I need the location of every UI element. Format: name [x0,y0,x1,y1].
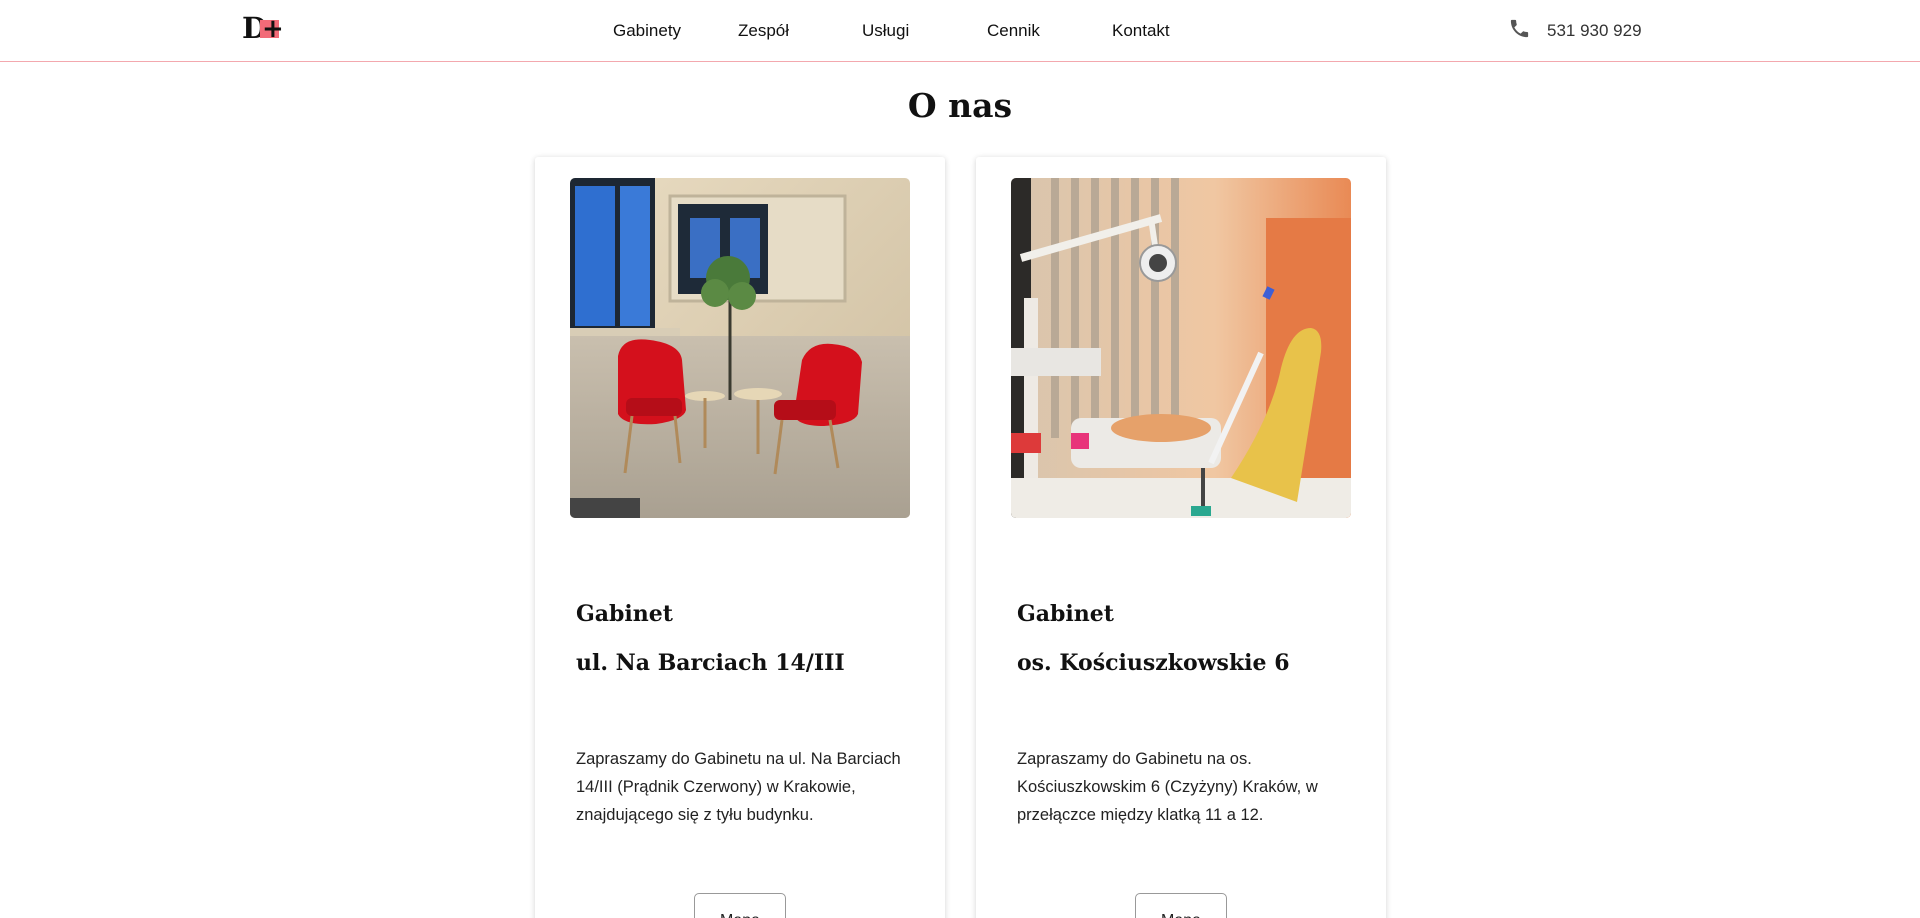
card-title: Gabinet os. Kościuszkowskie 6 [1017,590,1357,688]
site-logo[interactable]: D + [242,12,284,44]
card-title-label: Gabinet [1017,601,1114,627]
nav-item-kontakt[interactable]: Kontakt [1112,19,1170,43]
office-card-kosciuszkowskie: Gabinet os. Kościuszkowskie 6 Zapraszamy… [976,157,1386,918]
nav-item-uslugi[interactable]: Usługi [862,19,909,43]
site-header: D + Gabinety Zespół Usługi Cennik Kontak… [0,0,1920,62]
phone-number: 531 930 929 [1547,21,1642,40]
logo-plus-symbol: + [262,14,284,44]
nav-item-zespol[interactable]: Zespół [738,19,789,43]
card-description: Zapraszamy do Gabinetu na ul. Na Barciac… [576,750,901,824]
waiting-room-photo [570,178,910,518]
office-card-barciach: Gabinet ul. Na Barciach 14/III Zapraszam… [535,157,945,918]
card-title-label: Gabinet [576,601,673,627]
card-description: Zapraszamy do Gabinetu na os. Kościuszko… [1017,750,1318,824]
section-title: O nas [907,86,1013,125]
logo-plus-mark: + [260,14,284,44]
card-title: Gabinet ul. Na Barciach 14/III [576,590,916,688]
map-button[interactable]: Mapa [694,893,786,918]
phone-icon [1508,17,1531,45]
card-address: os. Kościuszkowskie 6 [1017,650,1290,676]
nav-item-gabinety[interactable]: Gabinety [613,19,681,43]
dental-room-photo [1011,178,1351,518]
card-address: ul. Na Barciach 14/III [576,650,845,676]
nav-item-cennik[interactable]: Cennik [987,19,1040,43]
map-button[interactable]: Mapa [1135,893,1227,918]
phone-contact[interactable]: 531 930 929 [1508,18,1642,44]
